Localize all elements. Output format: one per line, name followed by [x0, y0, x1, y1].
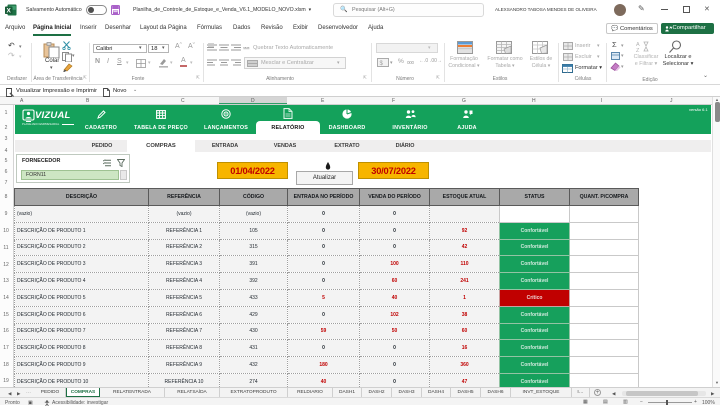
svg-text:X: X	[7, 7, 12, 14]
